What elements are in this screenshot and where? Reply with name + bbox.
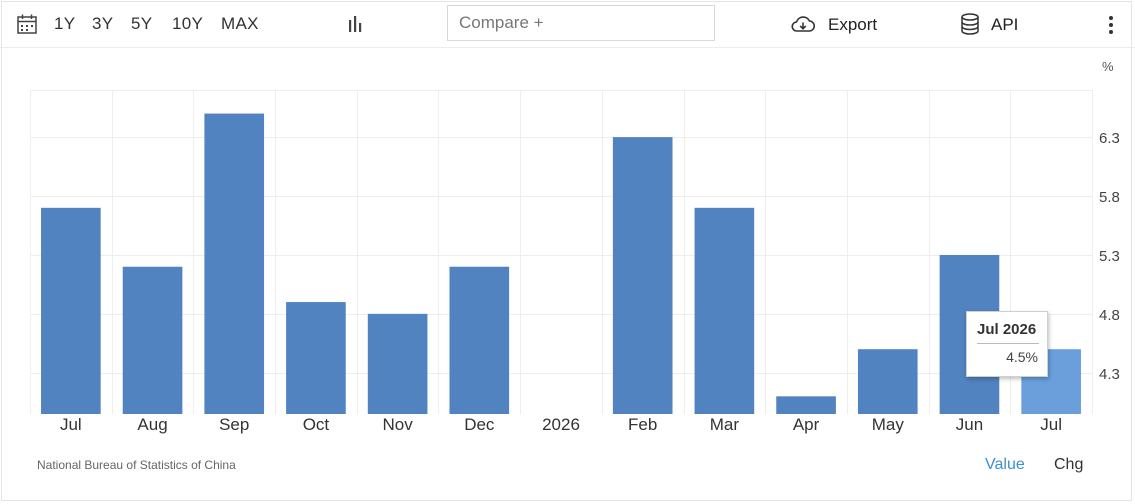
x-tick-label: Apr [793, 415, 820, 434]
y-tick-label: 6.3 [1099, 130, 1120, 147]
x-tick-label: Sep [219, 415, 249, 434]
chart-bar [286, 302, 346, 414]
x-tick-label: May [872, 415, 905, 434]
x-tick-label: Jun [956, 415, 983, 434]
chg-mode-button[interactable]: Chg [1054, 456, 1083, 474]
y-tick-label: 5.3 [1099, 248, 1120, 265]
chart-bar [122, 266, 183, 414]
chart-bar [612, 137, 673, 415]
tooltip-value: 4.5% [1006, 349, 1038, 365]
x-tick-label: Oct [303, 415, 330, 434]
chart-tooltip: Jul 2026 4.5% [966, 311, 1048, 377]
x-tick-label: Dec [464, 415, 495, 434]
x-tick-label: Aug [137, 415, 167, 434]
tooltip-divider [977, 343, 1039, 344]
chart-bar [204, 113, 265, 415]
x-tick-label: Mar [710, 415, 740, 434]
x-tick-label: Jul [1040, 415, 1062, 434]
chart-bar [857, 349, 918, 414]
chart-bar [694, 207, 755, 414]
bar-chart: 4.3 4.8 5.3 5.8 6.3 Jul Aug Sep Oct Nov Dec 2026 Feb… [30, 90, 1120, 434]
tooltip-title: Jul 2026 [977, 321, 1037, 338]
x-tick-label: Jul [60, 415, 82, 434]
x-tick-label: Nov [382, 415, 413, 434]
y-tick-label: 4.3 [1099, 366, 1120, 383]
y-tick-label: 4.8 [1099, 307, 1120, 324]
x-tick-label: 2026 [542, 415, 580, 434]
chart-bar [367, 313, 428, 414]
chart-bar [449, 266, 510, 414]
y-tick-label: 5.8 [1099, 189, 1120, 206]
source-label: National Bureau of Statistics of China [37, 458, 236, 472]
x-tick-label: Feb [628, 415, 657, 434]
chart-bar [776, 396, 836, 414]
value-mode-button[interactable]: Value [985, 456, 1025, 474]
chart-bar [41, 207, 101, 414]
